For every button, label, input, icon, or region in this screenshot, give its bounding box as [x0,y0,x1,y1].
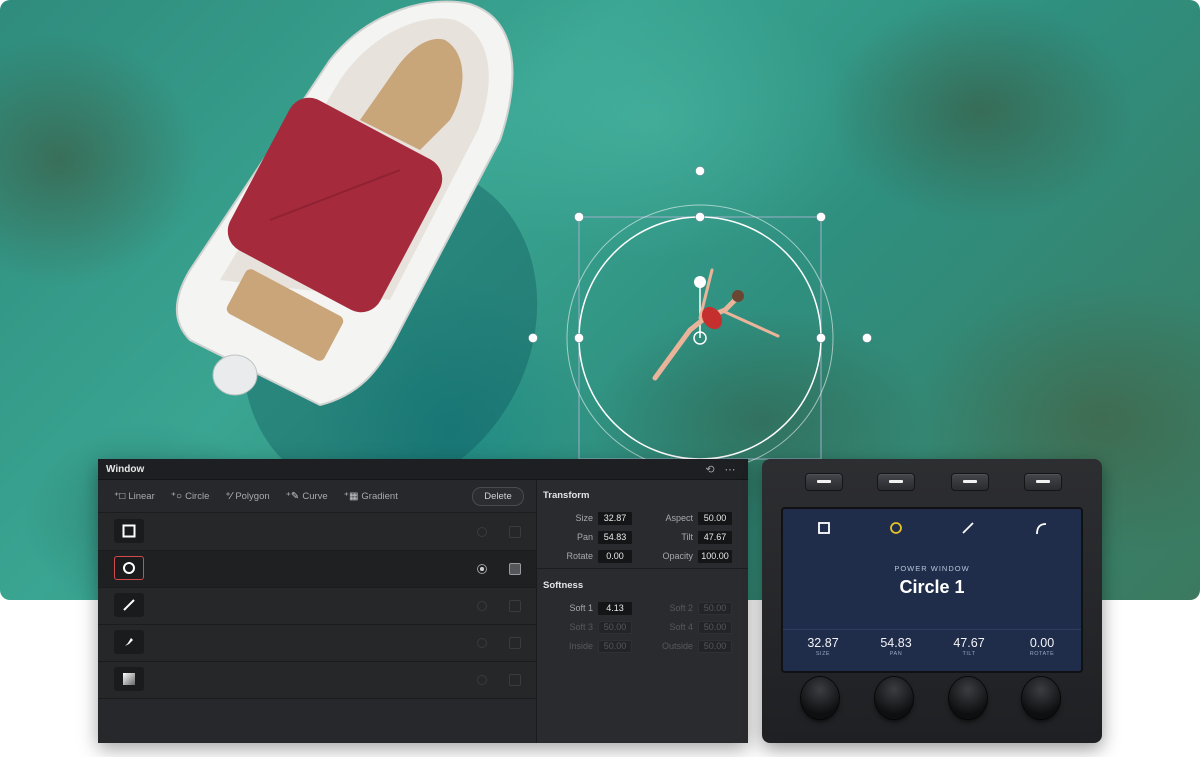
circle-shape-icon [114,556,144,580]
soft-key-1[interactable] [805,473,843,491]
inside-field: Inside 50.00 [537,639,632,653]
inside-input[interactable]: 50.00 [598,639,632,653]
mask-toggle[interactable] [509,563,521,575]
size-field: Size 32.87 [537,511,632,525]
readout-size: 32.87 SIZE [807,636,839,657]
soft4-input[interactable]: 50.00 [698,620,732,634]
pan-field: Pan 54.83 [537,530,632,544]
delete-button[interactable]: Delete [472,487,524,506]
soft1-field: Soft 1 4.13 [537,601,632,615]
polygon-window-icon: ⁺∕ [225,490,233,502]
aspect-input[interactable]: 50.00 [698,511,732,525]
curve-shape-icon [1034,521,1048,535]
section-divider [537,568,748,569]
outside-field: Outside 50.00 [637,639,732,653]
invert-toggle[interactable] [477,527,487,537]
panel-title-bar: Window ⟲ ⋯ [98,459,748,480]
window-list [98,514,536,699]
soft4-field: Soft 4 50.00 [637,620,732,634]
square-shape-icon [817,521,831,535]
mask-toggle[interactable] [509,600,521,612]
window-row-square[interactable] [98,514,536,551]
window-row-circle[interactable] [98,551,536,588]
soft3-field: Soft 3 50.00 [537,620,632,634]
lcd-divider [783,629,1081,630]
panel-title: Window [106,463,145,475]
window-toolbar: ⁺□ Linear ⁺○ Circle ⁺∕ Polygon ⁺✎ Curve … [98,480,536,513]
soft-key-2[interactable] [877,473,915,491]
gradient-shape-icon [114,667,144,691]
tool-polygon[interactable]: ⁺∕ Polygon [225,491,269,502]
tilt-field: Tilt 47.67 [637,530,732,544]
swimmer-figure [652,268,780,381]
lcd-title: Circle 1 [899,577,965,597]
curve-window-icon: ⁺✎ [285,490,300,502]
circle-window-icon: ⁺○ [170,490,183,502]
aspect-field: Aspect 50.00 [637,511,732,525]
knob-1[interactable] [801,677,839,719]
readout-tilt: 47.67 TILT [953,636,985,657]
softness-title: Softness [543,580,584,591]
readout-rotate: 0.00 ROTATE [1029,636,1055,657]
gradient-window-icon: ⁺▦ [343,490,359,502]
window-row-pen[interactable] [98,625,536,662]
outside-input[interactable]: 50.00 [698,639,732,653]
control-surface: POWER WINDOW Circle 1 32.87 SIZE 54.83 P… [762,459,1102,743]
soft2-input[interactable]: 50.00 [698,601,732,615]
tool-curve[interactable]: ⁺✎ Curve [286,491,328,502]
soft3-input[interactable]: 50.00 [598,620,632,634]
pen-shape-icon [114,630,144,654]
line-shape-icon [114,593,144,617]
soft2-field: Soft 2 50.00 [637,601,732,615]
tool-circle[interactable]: ⁺○ Circle [171,491,210,502]
lcd-kicker: POWER WINDOW [894,564,970,573]
square-shape-icon [114,519,144,543]
readout-pan: 54.83 PAN [880,636,912,657]
mask-toggle[interactable] [509,526,521,538]
tool-gradient[interactable]: ⁺▦ Gradient [344,491,398,502]
invert-toggle[interactable] [477,601,487,611]
knob-2[interactable] [875,677,913,719]
soft-key-3[interactable] [951,473,989,491]
invert-toggle[interactable] [477,638,487,648]
transform-title: Transform [543,490,590,501]
soft-key-4[interactable] [1024,473,1062,491]
reset-icon[interactable]: ⟲ [700,463,720,476]
more-options-icon[interactable]: ⋯ [720,463,740,476]
window-row-line[interactable] [98,588,536,625]
window-row-gradient[interactable] [98,662,536,699]
rotate-field: Rotate 0.00 [537,549,632,563]
mask-toggle[interactable] [509,637,521,649]
knob-4[interactable] [1022,677,1060,719]
invert-toggle[interactable] [477,675,487,685]
rotate-input[interactable]: 0.00 [598,549,632,563]
window-properties: Transform Size 32.87 Aspect 50.00 Pan 54… [537,480,748,743]
pan-input[interactable]: 54.83 [598,530,632,544]
line-shape-icon [961,521,975,535]
soft1-input[interactable]: 4.13 [598,601,632,615]
window-panel: Window ⟲ ⋯ ⁺□ Linear ⁺○ Circle ⁺∕ Polygo… [98,459,748,743]
knob-3[interactable] [949,677,987,719]
invert-toggle[interactable] [477,564,487,574]
mask-toggle[interactable] [509,674,521,686]
tool-linear[interactable]: ⁺□ Linear [114,491,155,502]
opacity-field: Opacity 100.00 [637,549,732,563]
linear-window-icon: ⁺□ [114,490,126,502]
opacity-input[interactable]: 100.00 [698,549,732,563]
lcd-display: POWER WINDOW Circle 1 32.87 SIZE 54.83 P… [783,509,1081,671]
circle-shape-icon [889,521,903,535]
tilt-input[interactable]: 47.67 [698,530,732,544]
size-input[interactable]: 32.87 [598,511,632,525]
